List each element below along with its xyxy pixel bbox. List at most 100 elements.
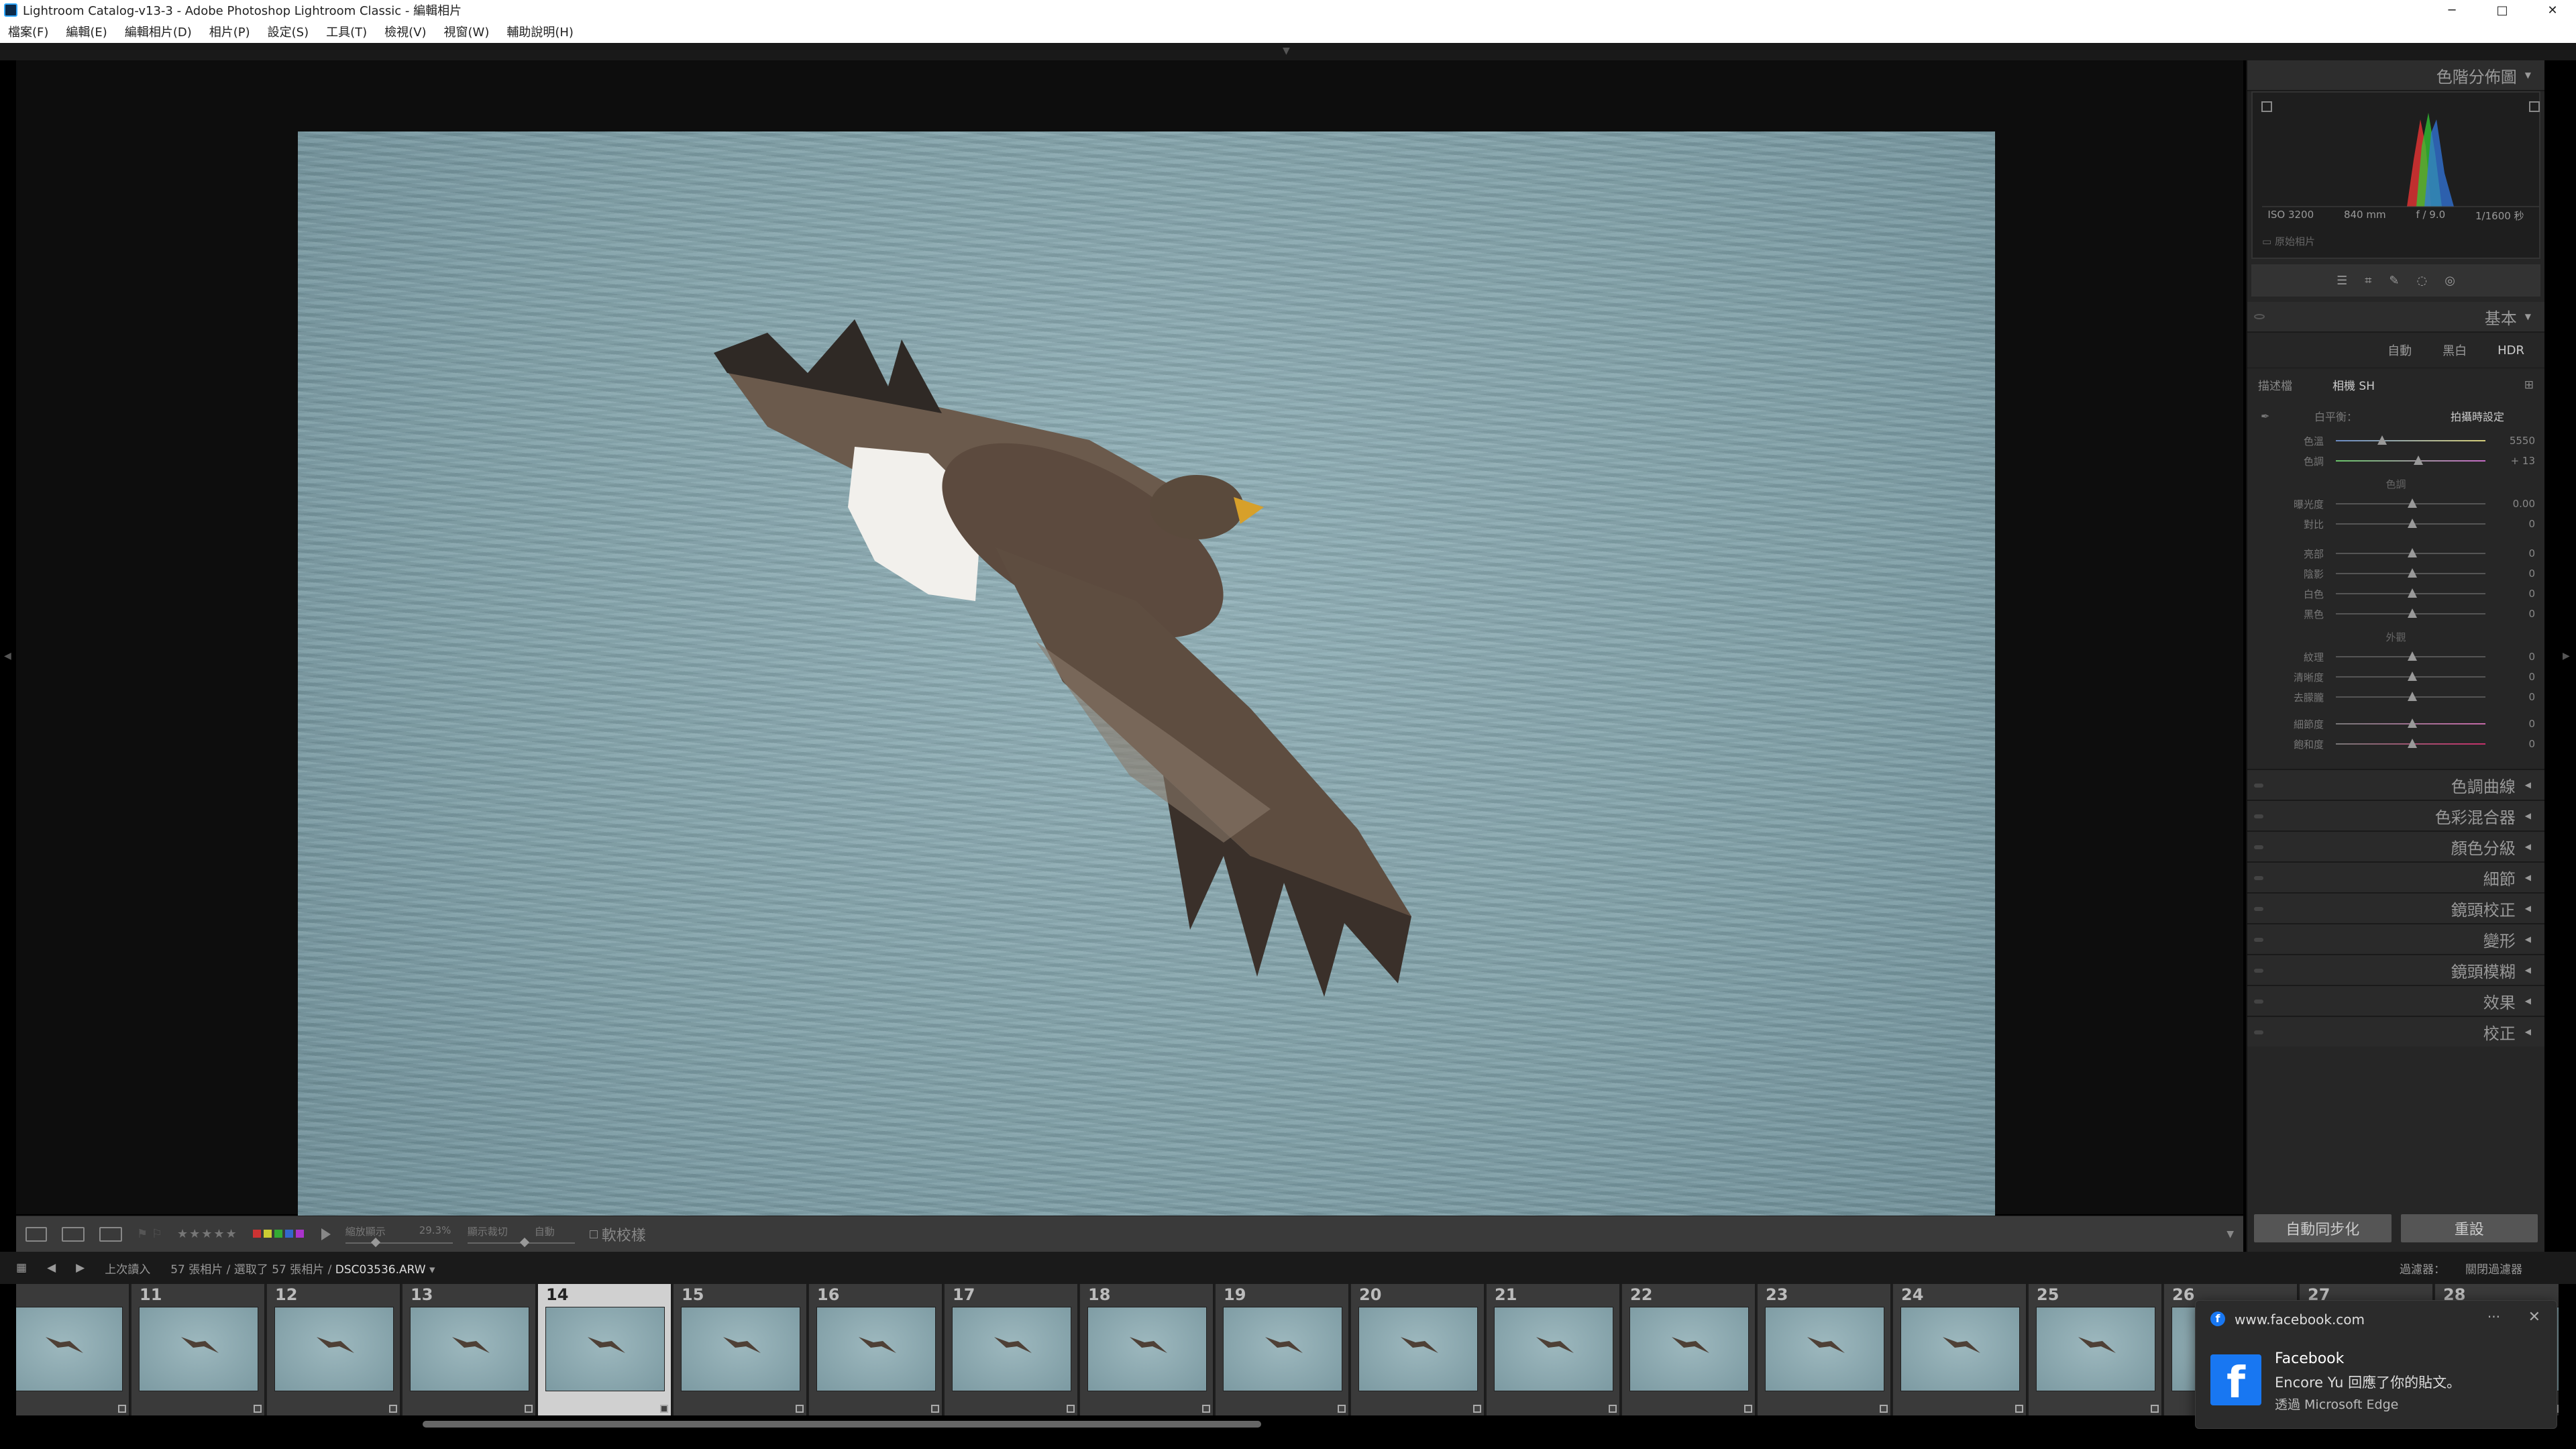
toast-close-button[interactable]: ✕ bbox=[2528, 1309, 2540, 1326]
menu-photo[interactable]: 相片(P) bbox=[209, 23, 250, 40]
panel-calibration[interactable]: 校正 ◀ bbox=[2247, 1016, 2544, 1046]
wb-select[interactable]: 拍攝時設定 bbox=[2451, 408, 2504, 424]
filmstrip-cell[interactable]: 12 bbox=[267, 1284, 401, 1415]
temp-slider[interactable]: 色溫 5550 bbox=[2247, 431, 2544, 451]
wb-eyedropper-icon[interactable]: ✒ bbox=[2261, 410, 2269, 423]
toolbar-menu-icon[interactable]: ▼ bbox=[2226, 1229, 2234, 1240]
filmstrip-source[interactable]: 上次讀入 bbox=[105, 1260, 150, 1277]
panel-effects[interactable]: 效果 ◀ bbox=[2247, 985, 2544, 1016]
panel-detail[interactable]: 細節 ◀ bbox=[2247, 861, 2544, 892]
filmstrip-cell[interactable]: 24 bbox=[1893, 1284, 2027, 1415]
profile-select[interactable]: 相機 SH bbox=[2332, 376, 2375, 393]
panel-tone-curve[interactable]: 色調曲線 ◀ bbox=[2247, 769, 2544, 800]
histogram[interactable]: ISO 3200 840 mm f / 9.0 1/1600 秒 ▭ 原始相片 bbox=[2251, 91, 2540, 259]
original-photo-toggle[interactable]: ▭ 原始相片 bbox=[2262, 234, 2315, 248]
filmstrip-cell[interactable]: 11 bbox=[131, 1284, 266, 1415]
dehaze-slider[interactable]: 去朦朧 0 bbox=[2247, 687, 2544, 707]
toast-more-button[interactable]: ··· bbox=[2487, 1309, 2500, 1325]
filmstrip-thumbnail[interactable] bbox=[681, 1307, 800, 1391]
back-icon[interactable]: ◀ bbox=[47, 1261, 56, 1275]
black-white-button[interactable]: 黑白 bbox=[2443, 341, 2467, 359]
exposure-slider[interactable]: 曝光度 0.00 bbox=[2247, 494, 2544, 514]
show-left-panel-icon[interactable]: ◀ bbox=[4, 651, 11, 661]
filmstrip-thumbnail[interactable] bbox=[1087, 1307, 1207, 1391]
grid-view-icon[interactable]: ▦ bbox=[16, 1261, 27, 1275]
menu-settings[interactable]: 設定(S) bbox=[268, 23, 309, 40]
top-panel-toggle-strip[interactable]: ▼ bbox=[0, 43, 2576, 60]
filmstrip-scrollbar[interactable] bbox=[423, 1421, 1261, 1428]
vibrance-slider[interactable]: 細節度 0 bbox=[2247, 714, 2544, 734]
hdr-button[interactable]: HDR bbox=[2498, 343, 2524, 358]
masking-icon[interactable]: ◎ bbox=[2445, 274, 2455, 288]
color-labels[interactable] bbox=[252, 1227, 307, 1241]
profile-browser-icon[interactable]: ⊞ bbox=[2524, 378, 2534, 392]
panel-lens-corrections[interactable]: 鏡頭校正 ◀ bbox=[2247, 892, 2544, 923]
rating-stars[interactable]: ★★★★★ bbox=[177, 1227, 238, 1241]
texture-slider[interactable]: 紋理 0 bbox=[2247, 647, 2544, 667]
clarity-slider[interactable]: 清晰度 0 bbox=[2247, 667, 2544, 687]
filmstrip-thumbnail[interactable] bbox=[1765, 1307, 1884, 1391]
filmstrip-cell[interactable]: 21 bbox=[1487, 1284, 1621, 1415]
filmstrip-cell[interactable]: 18 bbox=[1080, 1284, 1214, 1415]
filmstrip-cell[interactable]: 0 bbox=[16, 1284, 130, 1415]
filmstrip-thumbnail[interactable] bbox=[1629, 1307, 1749, 1391]
notification-toast[interactable]: f www.facebook.com ··· ✕ f Facebook Enco… bbox=[2195, 1300, 2557, 1429]
reset-button[interactable]: 重設 bbox=[2400, 1214, 2538, 1242]
filmstrip-cell[interactable]: 22 bbox=[1622, 1284, 1756, 1415]
filmstrip-thumbnail[interactable] bbox=[952, 1307, 1071, 1391]
auto-sync-button[interactable]: 自動同步化 bbox=[2254, 1214, 2392, 1242]
tint-slider[interactable]: 色調 + 13 bbox=[2247, 451, 2544, 471]
menu-develop[interactable]: 編輯相片(D) bbox=[125, 23, 192, 40]
loupe-view[interactable] bbox=[16, 60, 2243, 1264]
shadows-slider[interactable]: 陰影 0 bbox=[2247, 564, 2544, 584]
auto-tone-button[interactable]: 自動 bbox=[2387, 341, 2412, 359]
show-top-panel-icon[interactable]: ▼ bbox=[1283, 46, 1290, 56]
filmstrip-cell[interactable]: 25 bbox=[2029, 1284, 2163, 1415]
filmstrip-thumbnail[interactable] bbox=[410, 1307, 529, 1391]
filmstrip-cell[interactable]: 23 bbox=[1758, 1284, 1892, 1415]
filmstrip-thumbnail[interactable] bbox=[16, 1307, 123, 1391]
minimize-button[interactable]: ─ bbox=[2428, 0, 2475, 20]
flag-icon[interactable]: ⚑ ⚐ bbox=[137, 1227, 162, 1241]
panel-color-mixer[interactable]: 色彩混合器 ◀ bbox=[2247, 800, 2544, 830]
menu-help[interactable]: 輔助說明(H) bbox=[506, 23, 574, 40]
filmstrip-cell[interactable]: 19 bbox=[1216, 1284, 1350, 1415]
filmstrip-cell[interactable]: 13 bbox=[402, 1284, 537, 1415]
show-crop-control[interactable]: 顯示裁切 自動 bbox=[467, 1224, 575, 1248]
filmstrip-thumbnail[interactable] bbox=[139, 1307, 258, 1391]
maximize-button[interactable]: □ bbox=[2479, 0, 2526, 20]
filmstrip-thumbnail[interactable] bbox=[1494, 1307, 1613, 1391]
filmstrip-thumbnail[interactable] bbox=[545, 1307, 665, 1391]
histogram-header[interactable]: 色階分佈圖 ▼ bbox=[2247, 60, 2544, 91]
contrast-slider[interactable]: 對比 0 bbox=[2247, 514, 2544, 534]
filmstrip-cell[interactable]: 14 bbox=[538, 1284, 672, 1415]
filmstrip-cell[interactable]: 16 bbox=[809, 1284, 943, 1415]
basic-panel-header[interactable]: 基本 ▼ bbox=[2247, 302, 2544, 333]
filmstrip-cell[interactable]: 20 bbox=[1351, 1284, 1485, 1415]
panel-lens-blur[interactable]: 鏡頭模糊 ◀ bbox=[2247, 954, 2544, 985]
highlights-slider[interactable]: 亮部 0 bbox=[2247, 543, 2544, 564]
close-window-button[interactable]: ✕ bbox=[2529, 0, 2576, 20]
filmstrip-thumbnail[interactable] bbox=[1900, 1307, 2020, 1391]
crop-icon[interactable]: ⌗ bbox=[2365, 274, 2371, 288]
filter-select[interactable]: 關閉過濾器 bbox=[2465, 1260, 2522, 1277]
blacks-slider[interactable]: 黑色 0 bbox=[2247, 604, 2544, 624]
redeye-icon[interactable]: ◌ bbox=[2416, 274, 2427, 288]
edit-sliders-icon[interactable]: ☰ bbox=[2337, 274, 2347, 288]
panel-transform[interactable]: 變形 ◀ bbox=[2247, 923, 2544, 954]
forward-icon[interactable]: ▶ bbox=[76, 1261, 85, 1275]
menu-tools[interactable]: 工具(T) bbox=[326, 23, 367, 40]
filmstrip-cell[interactable]: 15 bbox=[674, 1284, 808, 1415]
filmstrip-thumbnail[interactable] bbox=[1358, 1307, 1478, 1391]
zoom-control[interactable]: 縮放顯示 29.3% bbox=[345, 1224, 453, 1248]
filmstrip-cell[interactable]: 17 bbox=[945, 1284, 1079, 1415]
before-after-button[interactable] bbox=[62, 1226, 85, 1242]
menu-file[interactable]: 檔案(F) bbox=[8, 23, 48, 40]
menu-view[interactable]: 檢視(V) bbox=[384, 23, 426, 40]
loupe-view-button[interactable] bbox=[25, 1226, 47, 1242]
main-photo[interactable] bbox=[298, 131, 1995, 1264]
panel-color-grading[interactable]: 顏色分級 ◀ bbox=[2247, 830, 2544, 861]
whites-slider[interactable]: 白色 0 bbox=[2247, 584, 2544, 604]
filmstrip-thumbnail[interactable] bbox=[2036, 1307, 2155, 1391]
softproof-toggle[interactable]: 軟校樣 bbox=[589, 1224, 646, 1245]
